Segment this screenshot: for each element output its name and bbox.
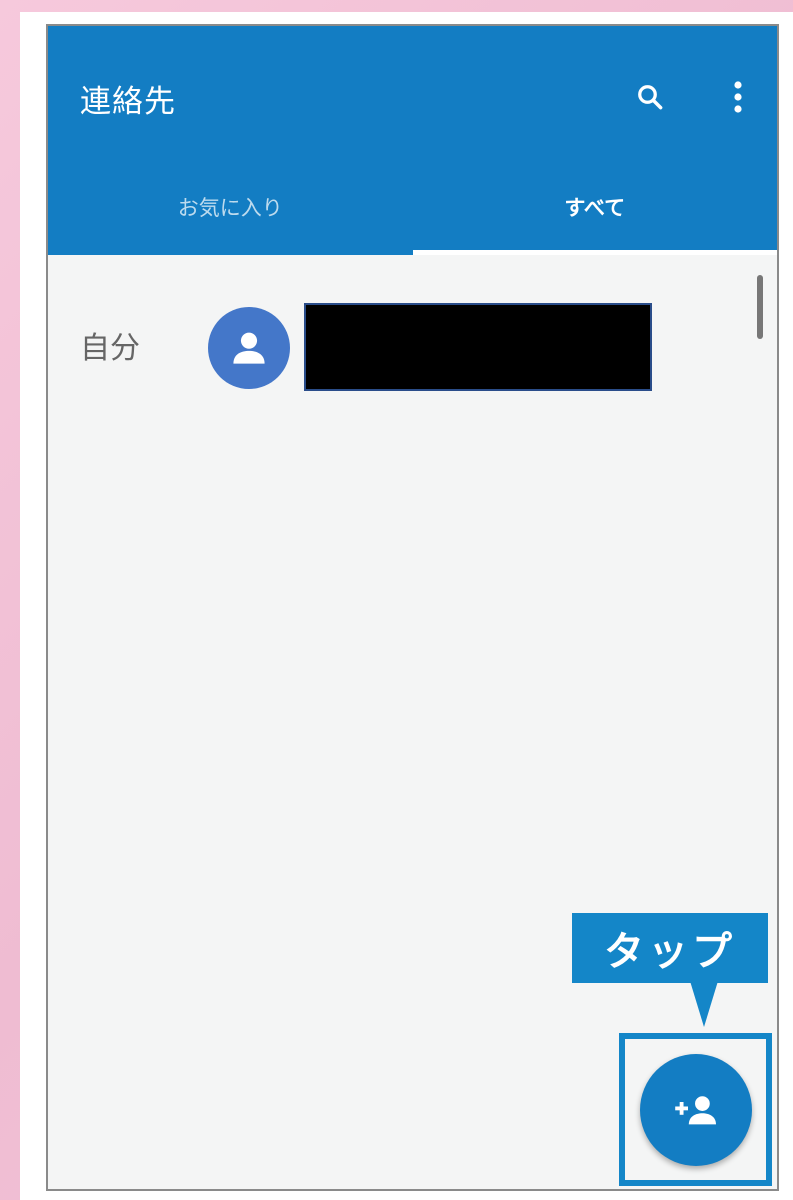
add-contact-icon bbox=[675, 1096, 716, 1125]
screenshot-frame: 連絡先 お気に入り すべて 自分 タップ bbox=[20, 12, 793, 1200]
more-vert-icon bbox=[734, 81, 742, 113]
tab-all-label: すべて bbox=[564, 195, 626, 220]
app-bar: 連絡先 お気に入り すべて bbox=[48, 26, 777, 255]
add-contact-button[interactable] bbox=[640, 1054, 752, 1166]
phone-screen: 連絡先 お気に入り すべて 自分 タップ bbox=[46, 24, 779, 1191]
redacted-name bbox=[304, 303, 652, 391]
tap-callout-text: タップ bbox=[604, 929, 736, 975]
contact-list: 自分 タップ bbox=[48, 255, 777, 1189]
tab-favorites-label: お気に入り bbox=[177, 195, 283, 220]
scrollbar[interactable] bbox=[757, 275, 763, 339]
search-icon bbox=[638, 85, 663, 110]
person-icon bbox=[233, 332, 265, 364]
tab-bar: お気に入り すべて bbox=[48, 158, 777, 255]
tab-favorites[interactable]: お気に入り bbox=[48, 158, 413, 255]
search-button[interactable] bbox=[626, 73, 674, 121]
tap-callout: タップ bbox=[572, 913, 768, 983]
tab-all[interactable]: すべて bbox=[412, 158, 777, 255]
more-options-button[interactable] bbox=[714, 73, 762, 121]
app-title: 連絡先 bbox=[80, 84, 176, 120]
my-profile-label: 自分 bbox=[80, 331, 140, 366]
avatar bbox=[208, 307, 290, 389]
my-profile-row[interactable]: 自分 bbox=[48, 303, 777, 393]
callout-pointer bbox=[690, 981, 718, 1027]
